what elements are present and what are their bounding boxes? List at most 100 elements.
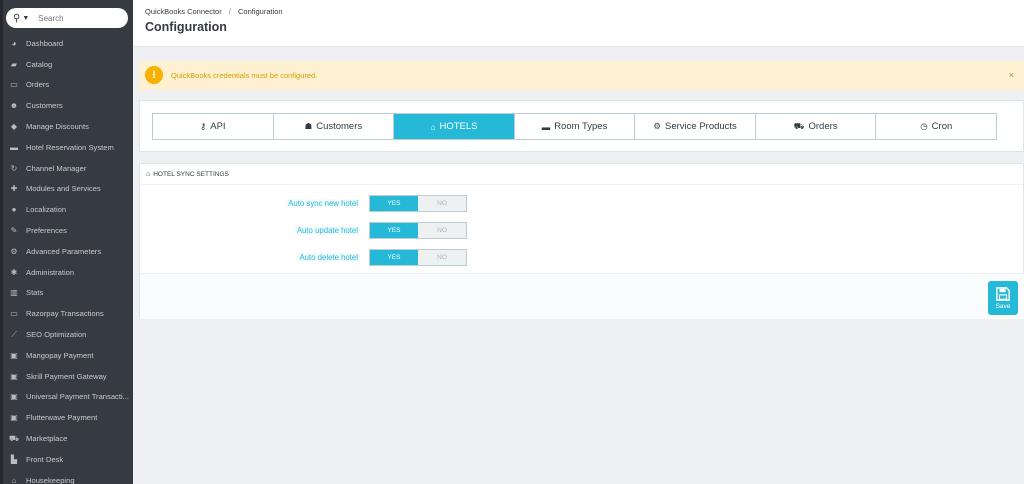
sidebar-item[interactable]: ▣ Universal Payment Transacti... xyxy=(0,387,133,408)
sidebar-item-label: Administration xyxy=(26,267,75,277)
sidebar-item[interactable]: ↻ Channel Manager xyxy=(0,158,133,179)
sidebar-item[interactable]: ▬ Hotel Reservation System xyxy=(0,137,133,158)
yes-no-switch[interactable]: YES NO xyxy=(369,195,467,212)
yes-no-switch[interactable]: YES NO xyxy=(369,249,467,266)
sidebar-item[interactable]: ▣ Flutterwave Payment xyxy=(0,407,133,428)
switch-no-option[interactable]: NO xyxy=(418,223,466,238)
bed-icon: ▬ xyxy=(10,142,18,152)
tab-customers[interactable]: ☗ Customers xyxy=(273,114,395,139)
sidebar-item-label: Dashboard xyxy=(26,38,64,48)
line-chart-icon: ⟋ xyxy=(11,329,17,339)
sidebar-item[interactable]: ⟋ SEO Optimization xyxy=(0,324,133,345)
switch-yes-option[interactable]: YES xyxy=(370,223,418,238)
home-icon: ⌂ xyxy=(11,475,17,484)
money-icon: ▣ xyxy=(10,350,18,360)
chevron-down-icon[interactable]: ▼ xyxy=(22,15,29,22)
refresh-icon: ↻ xyxy=(10,163,18,173)
sidebar-item[interactable]: ✚ Modules and Services xyxy=(0,179,133,200)
panel-title: HOTEL SYNC SETTINGS xyxy=(153,170,229,178)
sidebar-item[interactable]: ▭ Orders xyxy=(0,75,133,96)
sidebar-item-label: Skrill Payment Gateway xyxy=(26,371,107,381)
sidebar-item[interactable]: ▙ Front Desk xyxy=(0,449,133,470)
tab-label: Orders xyxy=(808,121,838,132)
sidebar: ⚲ ▼ ◕ Dashboard ▰ Catalog ▭ Orders ☻ Customers ◆… xyxy=(0,0,133,484)
tab-service-products[interactable]: ⚙ Service Products xyxy=(635,114,756,139)
sidebar-item-label: Orders xyxy=(26,80,50,90)
sidebar-item-label: Customers xyxy=(26,101,63,111)
warning-alert: ! QuickBooks credentials must be configu… xyxy=(139,61,1024,90)
shopping-cart-icon: ⛟ xyxy=(793,120,805,131)
sidebar-item-label: Catalog xyxy=(26,59,53,69)
sidebar-item[interactable]: ▣ Skrill Payment Gateway xyxy=(0,366,133,387)
sidebar-item[interactable]: ▰ Catalog xyxy=(0,54,133,75)
tab-orders[interactable]: ⛟ Orders xyxy=(755,114,877,139)
key-icon: ⚷ xyxy=(200,121,207,131)
tab-label: HOTELS xyxy=(439,121,478,132)
sidebar-item-label: Channel Manager xyxy=(26,163,87,173)
tab-label: Cron xyxy=(931,121,953,132)
bar-chart-icon: ▥ xyxy=(10,288,18,298)
sidebar-item[interactable]: ● Localization xyxy=(0,199,133,220)
gear-icon: ✱ xyxy=(10,267,18,277)
tab-hotels[interactable]: ⌂ HOTELS xyxy=(394,114,515,139)
setting-row: Auto update hotel YES NO xyxy=(140,222,1024,239)
yes-no-switch[interactable]: YES NO xyxy=(369,222,467,239)
setting-label: Auto update hotel xyxy=(294,226,360,235)
switch-yes-option[interactable]: YES xyxy=(370,196,418,211)
sidebar-item[interactable]: ▣ Mangopay Payment xyxy=(0,345,133,366)
switch-no-option[interactable]: NO xyxy=(418,196,466,211)
home-icon: ⌂ xyxy=(430,121,436,132)
tab-room-types[interactable]: ▬ Room Types xyxy=(514,114,636,139)
users-icon: ☻ xyxy=(9,101,19,111)
sidebar-item-label: Front Desk xyxy=(26,454,64,464)
setting-row: Auto delete hotel YES NO xyxy=(140,249,1024,266)
sidebar-item[interactable]: ✱ Administration xyxy=(0,262,133,283)
search-input[interactable] xyxy=(38,13,119,23)
sidebar-item[interactable]: ▭ Razorpay Transactions xyxy=(0,303,133,324)
sidebar-item-label: Razorpay Transactions xyxy=(26,309,104,319)
panel-footer: Save xyxy=(140,273,1024,319)
search-box[interactable]: ⚲ ▼ xyxy=(6,8,128,28)
sidebar-item[interactable]: ⌂ Housekeeping xyxy=(0,470,133,484)
switch-no-option[interactable]: NO xyxy=(418,250,466,265)
sidebar-item-label: Marketplace xyxy=(26,434,68,444)
close-icon[interactable]: × xyxy=(1009,70,1014,80)
panel-heading: ⌂ HOTEL SYNC SETTINGS xyxy=(140,164,1023,185)
page-title: Configuration xyxy=(145,20,227,34)
shopping-cart-icon: ⛟ xyxy=(8,433,20,443)
breadcrumb-current: Configuration xyxy=(237,7,283,16)
credit-card-icon: ▭ xyxy=(10,309,18,319)
tab-label: Room Types xyxy=(554,121,608,132)
sidebar-item[interactable]: ☻ Customers xyxy=(0,95,133,116)
hotel-sync-settings-panel: ⌂ HOTEL SYNC SETTINGS Auto sync new hote… xyxy=(139,163,1024,319)
warning-icon: ! xyxy=(145,66,163,84)
breadcrumb-parent[interactable]: QuickBooks Connector xyxy=(145,7,222,16)
bed-icon: ▬ xyxy=(541,121,551,132)
tab-label: Customers xyxy=(316,121,363,132)
switch-yes-option[interactable]: YES xyxy=(370,250,418,265)
tab-api[interactable]: ⚷ API xyxy=(153,114,274,139)
cogs-icon: ⚙ xyxy=(653,121,661,131)
sidebar-item-label: Stats xyxy=(26,288,44,298)
sidebar-item[interactable]: ⚙ Advanced Parameters xyxy=(0,241,133,262)
save-label: Save xyxy=(995,302,1011,310)
building-icon: ▙ xyxy=(10,454,18,464)
tab-label: Service Products xyxy=(665,121,737,132)
save-button[interactable]: Save xyxy=(988,281,1018,315)
tab-cron[interactable]: ◷ Cron xyxy=(876,114,997,139)
tab-label: API xyxy=(210,121,226,132)
sidebar-item[interactable]: ▥ Stats xyxy=(0,283,133,304)
sidebar-item[interactable]: ◕ Dashboard xyxy=(0,33,133,54)
sidebar-item[interactable]: ⛟ Marketplace xyxy=(0,428,133,449)
sidebar-item-label: Hotel Reservation System xyxy=(26,142,114,152)
credit-card-icon: ▭ xyxy=(10,80,18,90)
sidebar-item-label: SEO Optimization xyxy=(26,330,87,340)
sidebar-item-label: Universal Payment Transacti... xyxy=(26,392,129,402)
sidebar-item[interactable]: ◆ Manage Discounts xyxy=(0,116,133,137)
breadcrumb: QuickBooks Connector / Configuration xyxy=(145,7,283,16)
sidebar-item-label: Mangopay Payment xyxy=(26,350,94,360)
sidebar-item[interactable]: ✎ Preferences xyxy=(0,220,133,241)
setting-label: Auto delete hotel xyxy=(297,253,360,262)
search-icon[interactable]: ⚲ xyxy=(13,13,20,24)
home-icon: ⌂ xyxy=(146,170,151,178)
